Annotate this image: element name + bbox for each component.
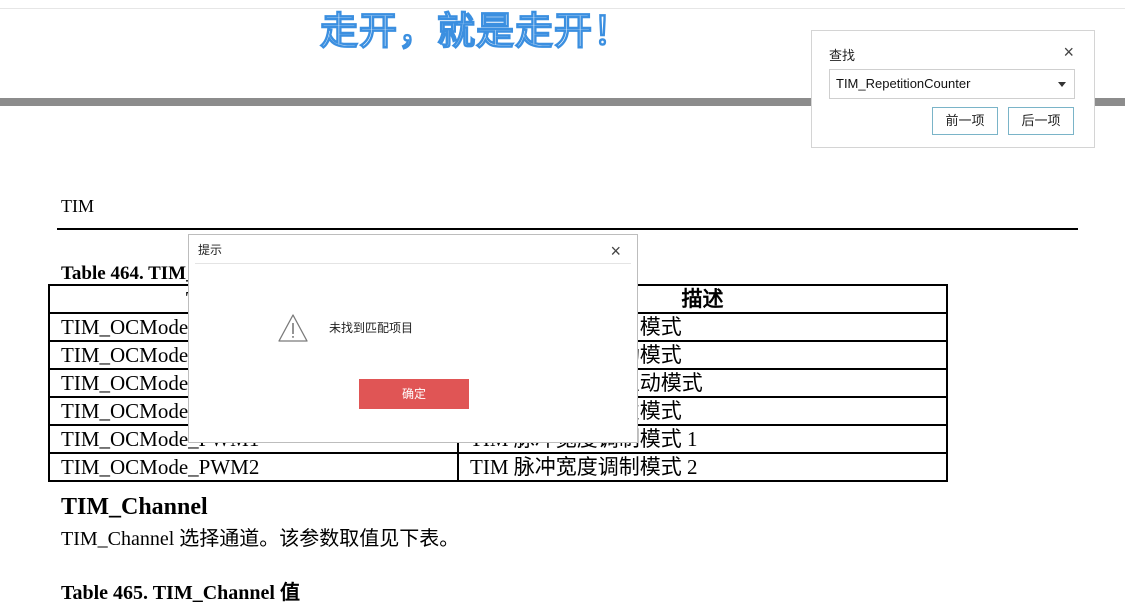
- table-cell: TIM_OCMode_PWM2: [48, 452, 459, 482]
- section-label: TIM: [61, 196, 94, 216]
- warning-icon: [278, 314, 308, 342]
- section-rule: [57, 228, 1078, 230]
- alert-dialog: 提示 × 未找到匹配项目 确定: [188, 234, 638, 443]
- section-paragraph: TIM_Channel 选择通道。该参数取值见下表。: [61, 528, 460, 550]
- find-prev-button[interactable]: 前一项: [932, 107, 998, 135]
- find-panel-title: 查找: [829, 48, 856, 63]
- find-query-select[interactable]: TIM_RepetitionCounter: [829, 69, 1075, 99]
- header-title: 走开，就是走开！: [319, 8, 633, 53]
- find-query-value: TIM_RepetitionCounter: [836, 76, 971, 91]
- dialog-message: 未找到匹配项目: [329, 321, 414, 335]
- table2-caption: Table 465. TIM_Channel 值: [61, 582, 300, 604]
- ok-button[interactable]: 确定: [359, 379, 469, 409]
- table-cell: TIM 脉冲宽度调制模式 2: [457, 452, 948, 482]
- close-icon[interactable]: ×: [1063, 42, 1074, 62]
- chevron-down-icon[interactable]: [1058, 82, 1066, 87]
- section-subheading: TIM_Channel: [61, 494, 208, 520]
- dialog-title: 提示: [198, 243, 223, 257]
- find-panel: 查找 × TIM_RepetitionCounter 前一项 后一项: [811, 30, 1095, 148]
- close-icon[interactable]: ×: [610, 241, 621, 261]
- table-row: TIM_OCMode_PWM2 TIM 脉冲宽度调制模式 2: [48, 452, 948, 482]
- find-next-button[interactable]: 后一项: [1008, 107, 1074, 135]
- dialog-divider: [195, 263, 631, 264]
